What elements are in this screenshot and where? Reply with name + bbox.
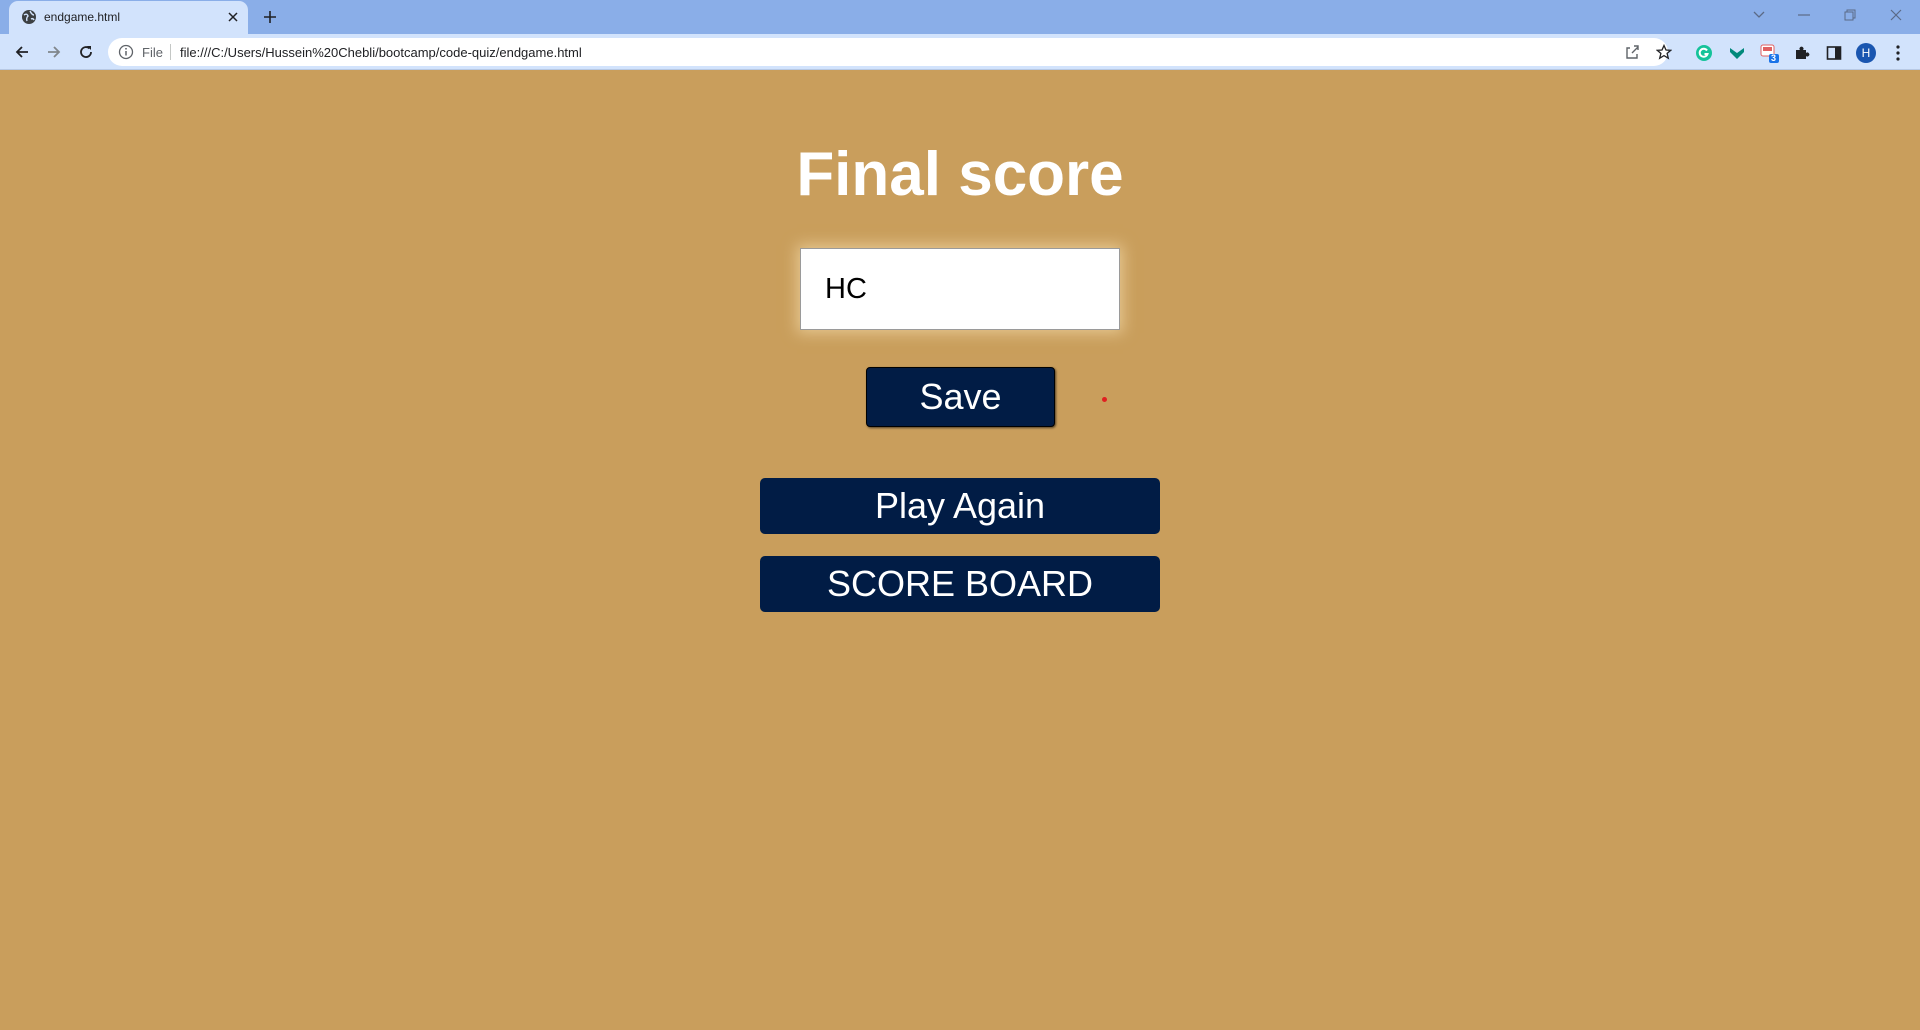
profile-avatar[interactable]: H: [1856, 43, 1876, 63]
extension-badge-icon[interactable]: 3: [1760, 43, 1780, 63]
puzzle-icon[interactable]: [1792, 43, 1812, 63]
cursor-dot: [1102, 397, 1107, 402]
scheme-label: File: [142, 45, 163, 60]
play-again-button[interactable]: Play Again: [760, 478, 1160, 534]
initials-input[interactable]: [800, 248, 1120, 330]
page-content: Final score Save Play Again SCORE BOARD: [0, 71, 1920, 1030]
plus-icon[interactable]: [258, 5, 282, 29]
omnibox-divider: [170, 44, 171, 60]
forward-arrow-icon[interactable]: [40, 38, 68, 66]
extension-badge-count: 3: [1771, 53, 1777, 63]
profile-initial: H: [1861, 46, 1871, 60]
page-title: Final score: [796, 140, 1124, 209]
kebab-menu-icon[interactable]: [1888, 43, 1908, 63]
tab-strip: endgame.html: [0, 0, 1920, 34]
star-icon[interactable]: [1655, 43, 1673, 61]
url-text[interactable]: file:///C:/Users/Hussein%20Chebli/bootca…: [180, 45, 582, 60]
save-button[interactable]: Save: [866, 367, 1055, 427]
scoreboard-button[interactable]: SCORE BOARD: [760, 556, 1160, 612]
close-window-icon[interactable]: [1873, 0, 1919, 30]
chevron-down-icon[interactable]: [1736, 0, 1782, 30]
side-panel-icon[interactable]: [1824, 43, 1844, 63]
back-arrow-icon[interactable]: [8, 38, 36, 66]
tab-title: endgame.html: [44, 10, 121, 24]
grammarly-icon[interactable]: [1694, 43, 1714, 63]
browser-toolbar: File file:///C:/Users/Hussein%20Chebli/b…: [0, 34, 1920, 70]
reload-icon[interactable]: [72, 38, 100, 66]
extension-download-icon[interactable]: [1727, 43, 1747, 63]
close-icon[interactable]: [223, 7, 243, 27]
minimize-icon[interactable]: [1781, 0, 1827, 30]
restore-icon[interactable]: [1827, 0, 1873, 30]
browser-tab[interactable]: endgame.html: [9, 1, 248, 34]
share-icon[interactable]: [1623, 43, 1641, 61]
address-bar[interactable]: File file:///C:/Users/Hussein%20Chebli/b…: [108, 38, 1672, 66]
info-icon[interactable]: [118, 44, 134, 60]
globe-icon: [21, 9, 37, 25]
